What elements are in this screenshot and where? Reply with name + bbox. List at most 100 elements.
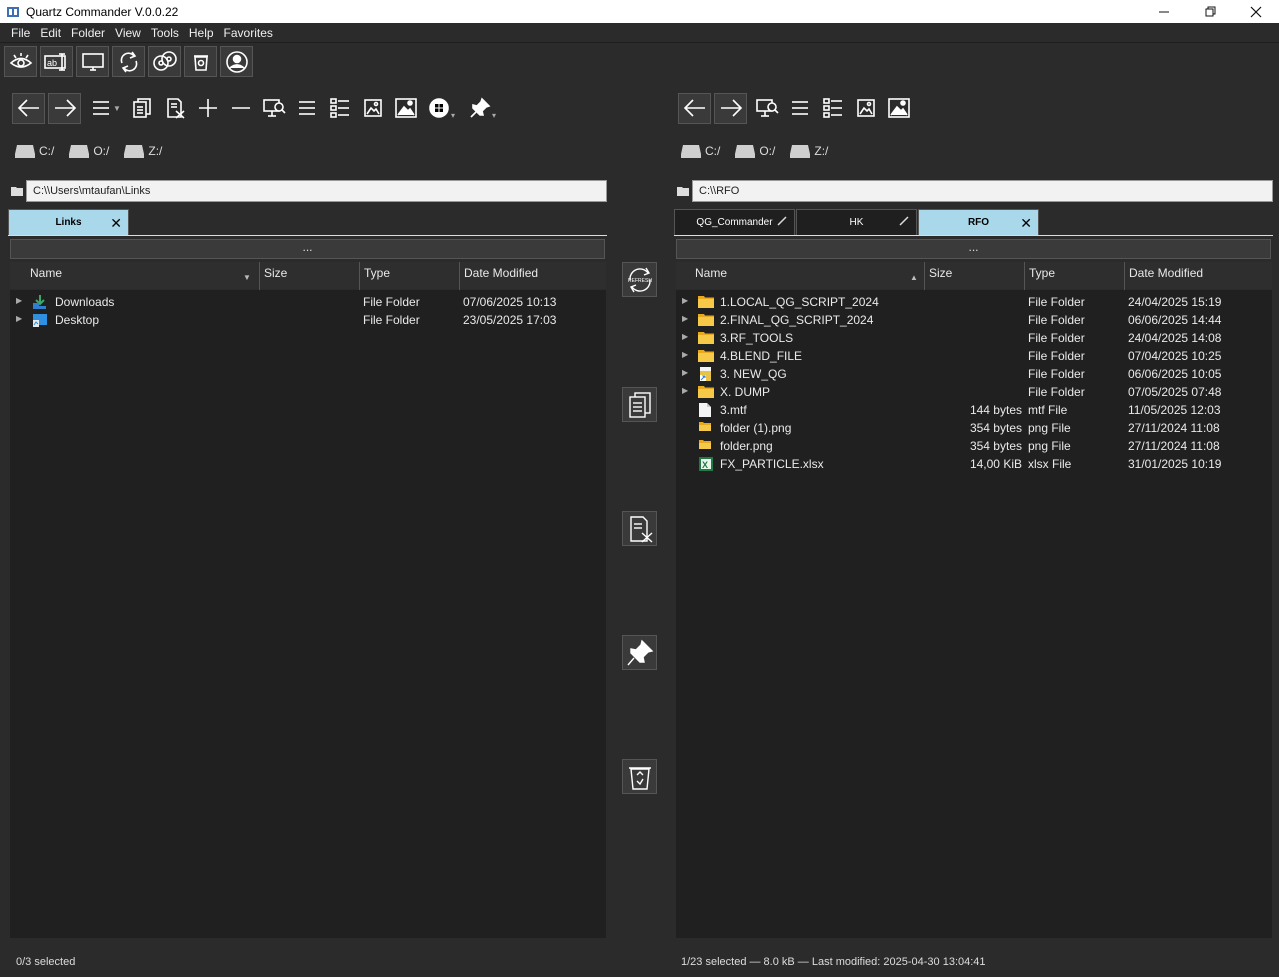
close-icon[interactable]: ✕: [110, 216, 122, 230]
list-view-icon[interactable]: [290, 93, 323, 124]
user-icon[interactable]: [220, 46, 253, 77]
expand-icon[interactable]: ▶: [682, 368, 688, 377]
monitor-icon[interactable]: [76, 46, 109, 77]
table-row[interactable]: ▶ Desktop File Folder 23/05/2025 17:03: [10, 311, 606, 329]
drive-z[interactable]: Z:/: [789, 143, 828, 159]
table-row[interactable]: ▶ X. DUMP File Folder 07/05/2025 07:48: [676, 383, 1272, 401]
col-name[interactable]: Name ▼: [10, 262, 259, 290]
rename-icon[interactable]: ab: [40, 46, 73, 77]
col-size[interactable]: Size: [259, 261, 359, 290]
drive-o[interactable]: O:/: [68, 143, 109, 159]
row-name: FX_PARTICLE.xlsx: [720, 457, 824, 471]
cut-icon[interactable]: [158, 93, 191, 124]
back-button[interactable]: [678, 92, 711, 124]
left-path-input[interactable]: [26, 180, 607, 202]
chevron-down-icon[interactable]: ▼: [113, 104, 121, 113]
table-row[interactable]: 3.mtf 144 bytes mtf File 11/05/2025 12:03: [676, 401, 1272, 419]
list-view-icon[interactable]: [783, 93, 816, 124]
forward-button[interactable]: [48, 92, 81, 124]
large-image-icon[interactable]: [882, 93, 915, 124]
row-date: 11/05/2025 12:03: [1128, 403, 1221, 417]
disks-icon[interactable]: [148, 46, 181, 77]
remove-icon[interactable]: [224, 93, 257, 124]
menu-edit[interactable]: Edit: [35, 23, 66, 43]
window-title: Quartz Commander V.0.0.22: [26, 4, 179, 19]
drive-o[interactable]: O:/: [734, 143, 775, 159]
left-ellipsis-button[interactable]: ...: [10, 239, 605, 259]
menu-view[interactable]: View: [110, 23, 146, 43]
details-view-icon[interactable]: [323, 93, 356, 124]
chevron-down-icon[interactable]: ▾: [492, 111, 500, 120]
copy-button[interactable]: [622, 387, 657, 422]
expand-icon[interactable]: ▶: [16, 296, 22, 305]
large-image-icon[interactable]: [389, 93, 422, 124]
small-image-icon[interactable]: [356, 93, 389, 124]
expand-icon[interactable]: ▶: [682, 296, 688, 305]
small-image-icon[interactable]: [849, 93, 882, 124]
drive-c[interactable]: C:/: [680, 143, 720, 159]
col-type[interactable]: Type: [359, 261, 459, 290]
chevron-down-icon[interactable]: ▾: [451, 111, 459, 120]
tab-rfo[interactable]: RFO ✕: [918, 209, 1039, 235]
menu-help[interactable]: Help: [184, 23, 219, 43]
cut-button[interactable]: [622, 511, 657, 546]
menu-tools[interactable]: Tools: [146, 23, 184, 43]
expand-icon[interactable]: ▶: [682, 332, 688, 341]
drive-z[interactable]: Z:/: [123, 143, 162, 159]
left-drives: C:/ O:/ Z:/: [14, 143, 162, 159]
trash-button[interactable]: [622, 759, 657, 794]
pin-icon[interactable]: [898, 215, 910, 230]
close-button[interactable]: [1233, 0, 1279, 23]
minimize-button[interactable]: [1141, 0, 1187, 23]
back-button[interactable]: [12, 92, 45, 124]
app-icon: [6, 5, 20, 19]
network-drive-icon[interactable]: [257, 93, 290, 124]
row-type: xlsx File: [1028, 457, 1072, 471]
pin-button[interactable]: [622, 635, 657, 670]
eye-icon[interactable]: [4, 46, 37, 77]
expand-icon[interactable]: ▶: [682, 350, 688, 359]
table-row[interactable]: ▶ Downloads File Folder 07/06/2025 10:13: [10, 293, 606, 311]
expand-icon[interactable]: ▶: [682, 314, 688, 323]
close-icon[interactable]: ✕: [1020, 216, 1032, 230]
tab-hk[interactable]: HK: [796, 209, 917, 235]
right-path-input[interactable]: [692, 180, 1273, 202]
table-row[interactable]: ▶ 1.LOCAL_QG_SCRIPT_2024 File Folder 24/04/…: [676, 293, 1272, 311]
table-row[interactable]: folder.png 354 bytes png File 27/11/2024 11…: [676, 437, 1272, 455]
col-type[interactable]: Type: [1024, 261, 1124, 290]
folder-icon: [698, 294, 714, 310]
col-date[interactable]: Date Modified: [1124, 261, 1272, 290]
trash-small-icon[interactable]: [184, 46, 217, 77]
tab-qg-commander[interactable]: QG_Commander: [674, 209, 795, 235]
expand-icon[interactable]: ▶: [682, 386, 688, 395]
add-icon[interactable]: [191, 93, 224, 124]
drive-c[interactable]: C:/: [14, 143, 54, 159]
row-type: File Folder: [1028, 331, 1085, 345]
table-row[interactable]: ▶ 4.BLEND_FILE File Folder 07/04/2025 10:25: [676, 347, 1272, 365]
tab-links[interactable]: Links ✕: [8, 209, 129, 235]
menu-folder[interactable]: Folder: [66, 23, 110, 43]
refresh-button[interactable]: REFRESH: [622, 262, 657, 297]
pin-icon[interactable]: [776, 215, 788, 230]
row-name: X. DUMP: [720, 385, 771, 399]
col-size[interactable]: Size: [924, 261, 1024, 290]
maximize-button[interactable]: [1187, 0, 1233, 23]
expand-icon[interactable]: ▶: [16, 314, 22, 323]
table-row[interactable]: X FX_PARTICLE.xlsx 14,00 KiB xlsx File 31/01…: [676, 455, 1272, 473]
copy-icon[interactable]: [125, 93, 158, 124]
right-file-list: Name ▲ Size Type Date Modified ▶ 1.LOCAL_…: [676, 261, 1272, 938]
col-name[interactable]: Name ▲: [676, 262, 924, 290]
col-date[interactable]: Date Modified: [459, 261, 606, 290]
details-view-icon[interactable]: [816, 93, 849, 124]
drive-icon: [681, 145, 701, 158]
right-ellipsis-button[interactable]: ...: [676, 239, 1271, 259]
menu-favorites[interactable]: Favorites: [219, 23, 278, 43]
sync-icon[interactable]: [112, 46, 145, 77]
table-row[interactable]: ▶ 3.RF_TOOLS File Folder 24/04/2025 14:08: [676, 329, 1272, 347]
table-row[interactable]: ▶ 3. NEW_QG File Folder 06/06/2025 10:05: [676, 365, 1272, 383]
network-drive-icon[interactable]: [750, 93, 783, 124]
table-row[interactable]: folder (1).png 354 bytes png File 27/11/202…: [676, 419, 1272, 437]
table-row[interactable]: ▶ 2.FINAL_QG_SCRIPT_2024 File Folder 06/06/…: [676, 311, 1272, 329]
forward-button[interactable]: [714, 92, 747, 124]
menu-file[interactable]: File: [6, 23, 35, 43]
